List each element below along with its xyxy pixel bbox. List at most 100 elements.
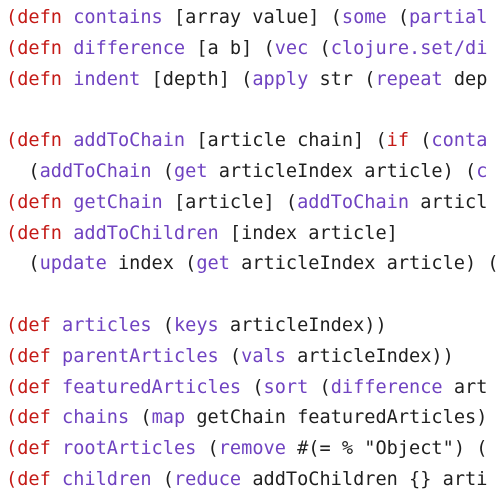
code-line[interactable]: (update index (get articleIndex article)… — [6, 249, 499, 280]
symbol-token: keys — [173, 314, 219, 336]
text-token: articleIndex)) — [218, 314, 387, 336]
code-line[interactable] — [6, 280, 499, 311]
symbol-token: partial — [409, 7, 488, 28]
symbol-token: articles — [62, 314, 152, 336]
symbol-token: chains — [62, 407, 130, 429]
symbol-token: rootArticles — [62, 438, 197, 460]
text-token: ( — [308, 37, 331, 59]
keyword-token: defn — [17, 68, 62, 90]
paren-token: ( — [6, 68, 18, 90]
text-token: dep — [442, 68, 488, 90]
text-token: [a b] ( — [185, 37, 275, 59]
code-line[interactable]: (def articles (keys articleIndex)) — [6, 311, 499, 342]
paren-token: ( — [6, 345, 18, 367]
keyword-token: defn — [17, 37, 62, 59]
text-token: ( — [151, 314, 174, 336]
symbol-token: c — [476, 160, 488, 182]
symbol-token: featuredArticles — [62, 376, 242, 398]
text-token: ( — [386, 7, 410, 28]
keyword-token: def — [17, 468, 51, 490]
paren-token: ( — [6, 314, 18, 336]
paren-token: ( — [6, 438, 18, 460]
text-token: ( — [409, 130, 432, 152]
text-token: [article] ( — [162, 191, 298, 213]
paren-token: ( — [6, 468, 18, 490]
symbol-token: getChain — [73, 191, 163, 213]
text-token: ( — [151, 468, 174, 490]
keyword-token: def — [17, 438, 51, 460]
keyword-token: defn — [17, 191, 62, 213]
code-line[interactable]: (defn contains [array value] (some (part… — [6, 3, 499, 34]
symbol-token: indent — [73, 68, 141, 90]
keyword-token: defn — [17, 222, 62, 244]
text-token: index ( — [106, 253, 197, 275]
symbol-token: children — [62, 468, 152, 490]
text-token: addToChildren {} arti — [241, 468, 488, 490]
keyword-token: def — [17, 314, 51, 336]
symbol-token: vec — [274, 37, 309, 59]
paren-token: ( — [6, 222, 18, 244]
code-line[interactable]: (def chains (map getChain featuredArticl… — [6, 403, 499, 434]
text-token: #(= % "Object") ( — [285, 438, 488, 460]
keyword-token: defn — [17, 7, 62, 28]
code-line[interactable]: (def children (reduce addToChildren {} a… — [6, 465, 499, 496]
keyword-token: def — [17, 407, 51, 429]
symbol-token: repeat — [375, 68, 443, 90]
symbol-token: reduce — [173, 468, 242, 490]
keyword-token: if — [386, 130, 410, 152]
text-token: ( — [6, 160, 40, 182]
text-token: ( — [218, 345, 242, 367]
code-line[interactable]: (defn getChain [article] (addToChain art… — [6, 188, 499, 219]
text-token: ( — [330, 7, 342, 28]
text-token: [array value] — [162, 7, 331, 28]
text-token: ( — [487, 253, 499, 275]
keyword-token: def — [17, 345, 51, 367]
code-line[interactable]: (def parentArticles (vals articleIndex)) — [6, 342, 499, 373]
code-line[interactable]: (defn addToChain [article chain] (if (co… — [6, 126, 499, 157]
paren-token: ( — [6, 130, 18, 152]
code-editor[interactable]: (defn contains [array value] (some (part… — [0, 0, 500, 500]
text-token: [depth] ( — [140, 68, 253, 90]
symbol-token: conta — [431, 130, 488, 152]
text-token: ( — [6, 253, 40, 275]
symbol-token: get — [173, 160, 208, 182]
symbol-token: addToChildren — [73, 222, 219, 244]
code-line[interactable] — [6, 95, 499, 126]
text-token: ( — [308, 376, 331, 398]
keyword-token: defn — [17, 130, 62, 152]
symbol-token: addToChain — [73, 130, 186, 152]
text-token: [index article] — [218, 222, 398, 244]
code-line[interactable]: (addToChain (get articleIndex article) (… — [6, 157, 499, 188]
paren-token: ( — [6, 191, 18, 213]
text-token: [article chain] ( — [185, 130, 387, 152]
symbol-token: sort — [263, 376, 309, 398]
code-line[interactable]: (defn addToChildren [index article] — [6, 219, 499, 250]
text-token: ( — [196, 438, 219, 460]
paren-token: ( — [6, 407, 18, 429]
text-token: getChain featuredArticles) — [185, 407, 488, 429]
text-token: ( — [151, 160, 174, 182]
text-token: articleIndex article) — [229, 253, 488, 275]
symbol-token: contains — [73, 7, 163, 28]
code-line[interactable]: (defn difference [a b] (vec (clojure.set… — [6, 34, 499, 65]
text-token: articl — [409, 191, 488, 213]
code-lines[interactable]: (defn contains [array value] (some (part… — [6, 3, 499, 496]
text-token: ( — [241, 376, 264, 398]
code-line[interactable]: (defn indent [depth] (apply str (repeat … — [6, 65, 499, 96]
keyword-token: def — [17, 376, 51, 398]
text-token: str ( — [308, 68, 376, 90]
code-line[interactable]: (def rootArticles (remove #(= % "Object"… — [6, 434, 499, 465]
paren-token: ( — [6, 7, 18, 28]
symbol-token: difference — [73, 37, 186, 59]
code-line[interactable]: (def featuredArticles (sort (difference … — [6, 373, 499, 404]
symbol-token: difference — [330, 376, 443, 398]
symbol-token: vals — [241, 345, 286, 367]
